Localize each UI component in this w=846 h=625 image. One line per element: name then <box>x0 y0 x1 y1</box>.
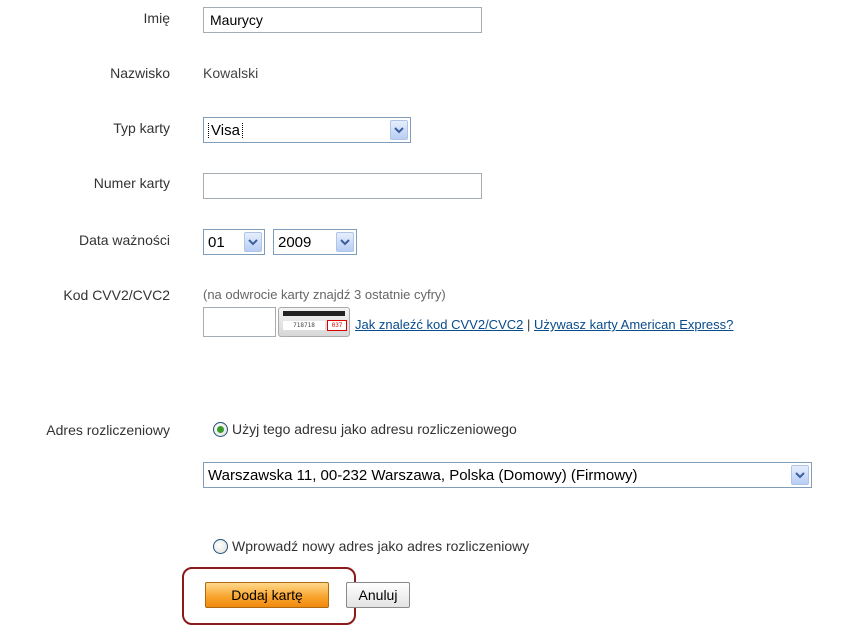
cancel-button[interactable]: Anuluj <box>346 582 410 608</box>
card-number-label: Numer karty <box>93 175 170 191</box>
billing-address-select[interactable]: Warszawska 11, 00-232 Warszawa, Polska (… <box>203 462 812 488</box>
cvv-help-link[interactable]: Jak znaleźć kod CVV2/CVC2 <box>355 317 523 332</box>
use-existing-radio[interactable] <box>213 421 228 437</box>
expiry-label: Data ważności <box>78 232 170 248</box>
expiry-month-select[interactable]: 01 <box>203 229 265 255</box>
last-name-value: Kowalski <box>203 65 259 81</box>
card-type-value: Visa <box>208 121 243 139</box>
chevron-down-icon[interactable] <box>244 232 262 252</box>
expiry-month-value: 01 <box>208 233 225 251</box>
last-name-label: Nazwisko <box>110 65 170 81</box>
chevron-down-icon[interactable] <box>390 120 408 140</box>
billing-label: Adres rozliczeniowy <box>46 422 170 438</box>
card-back-code: 037 <box>327 320 347 331</box>
card-number-input[interactable] <box>203 173 482 199</box>
cvv-hint: (na odwrocie karty znajdź 3 ostatnie cyf… <box>203 287 446 302</box>
new-address-radio[interactable] <box>213 538 228 554</box>
link-separator: | <box>526 317 531 332</box>
use-existing-label: Użyj tego adresu jako adresu rozliczenio… <box>232 421 517 437</box>
card-type-label: Typ karty <box>113 120 170 136</box>
new-address-option[interactable]: Wprowadź nowy adres jako adres rozliczen… <box>213 538 529 554</box>
chevron-down-icon[interactable] <box>336 232 354 252</box>
amex-link[interactable]: Używasz karty American Express? <box>534 317 733 332</box>
cvv-input[interactable] <box>203 307 276 337</box>
cvv-links: Jak znaleźć kod CVV2/CVC2 | Używasz kart… <box>355 317 733 332</box>
card-back-digits: 718718 <box>283 321 325 330</box>
card-back-image: 718718 037 <box>278 307 350 337</box>
expiry-year-select[interactable]: 2009 <box>273 229 357 255</box>
card-type-select[interactable]: Visa <box>203 117 411 143</box>
billing-address-value: Warszawska 11, 00-232 Warszawa, Polska (… <box>208 466 638 484</box>
add-card-button[interactable]: Dodaj kartę <box>205 582 329 608</box>
new-address-label: Wprowadź nowy adres jako adres rozliczen… <box>232 538 530 554</box>
chevron-down-icon[interactable] <box>791 465 809 485</box>
expiry-year-value: 2009 <box>278 233 312 251</box>
first-name-input[interactable] <box>203 7 482 33</box>
first-name-label: Imię <box>143 10 170 26</box>
cvv-label: Kod CVV2/CVC2 <box>63 287 170 303</box>
use-existing-address-option[interactable]: Użyj tego adresu jako adresu rozliczenio… <box>213 421 517 437</box>
